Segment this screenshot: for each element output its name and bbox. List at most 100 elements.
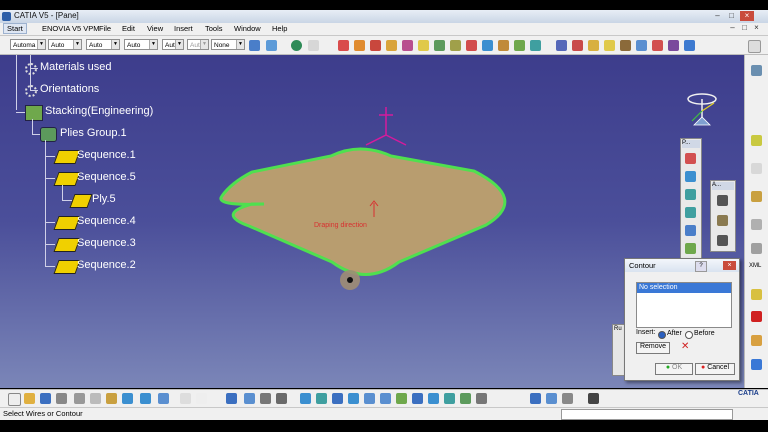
annotation-tool-icon[interactable] [751, 289, 762, 300]
ply-contour[interactable] [219, 147, 507, 276]
paste-icon[interactable] [106, 393, 117, 404]
list-item-selected[interactable]: No selection [637, 283, 731, 293]
open-icon[interactable] [24, 393, 35, 404]
design-table-icon[interactable] [260, 393, 271, 404]
layer-combo[interactable]: Aut ▼ [162, 39, 184, 50]
ok-button[interactable]: ● OK [655, 363, 693, 375]
measure-between-icon[interactable] [546, 393, 557, 404]
fiber-tool-icon[interactable] [685, 243, 696, 254]
check-tool-icon[interactable] [717, 235, 728, 246]
sequence-icon[interactable] [370, 40, 381, 51]
command-input[interactable] [561, 409, 733, 420]
measure-tool-icon[interactable] [717, 195, 728, 206]
producibility-icon[interactable] [498, 40, 509, 51]
compass-reset-icon[interactable] [530, 393, 541, 404]
ply-solid-tool-icon[interactable] [685, 225, 696, 236]
fit-all-icon[interactable] [316, 393, 327, 404]
catalog-icon[interactable] [244, 393, 255, 404]
save-icon[interactable] [40, 393, 51, 404]
line-type-combo[interactable]: Auto ▼ [48, 39, 82, 50]
numerical-analysis-icon[interactable] [556, 40, 567, 51]
iso-view-icon[interactable] [412, 393, 423, 404]
solid-icon[interactable] [514, 40, 525, 51]
point-type-combo[interactable]: Auto ▼ [124, 39, 158, 50]
new-icon[interactable] [8, 393, 21, 406]
formula-icon[interactable] [180, 393, 191, 404]
dialog-close-button[interactable]: × [723, 261, 736, 270]
menu-view[interactable]: View [147, 24, 163, 33]
knowledge-icon[interactable] [276, 393, 287, 404]
properties-icon[interactable] [266, 40, 277, 51]
doc-restore-button[interactable]: □ [739, 23, 750, 33]
swap-icon[interactable] [291, 40, 302, 51]
doc-close-button[interactable]: × [751, 23, 762, 33]
xml-label[interactable]: XML [749, 263, 761, 269]
doc-minimize-button[interactable]: – [727, 23, 738, 33]
knowledge-tool-icon[interactable] [751, 335, 762, 346]
capture-icon[interactable] [588, 393, 599, 404]
menu-tools[interactable]: Tools [205, 24, 223, 33]
filter-combo[interactable]: None ▼ [211, 39, 245, 50]
before-radio[interactable] [685, 331, 693, 339]
tag-tool-icon[interactable] [751, 243, 762, 254]
stacking-icon[interactable] [418, 40, 429, 51]
menu-enovia[interactable]: ENOVIA V5 VPM [42, 24, 100, 33]
menu-start[interactable]: Start [3, 23, 27, 34]
material-excess-icon[interactable] [530, 40, 541, 51]
compass-widget[interactable] [680, 89, 730, 139]
export-icon[interactable] [572, 40, 583, 51]
transition-icon[interactable] [652, 40, 663, 51]
zoom-in-icon[interactable] [364, 393, 375, 404]
menu-insert[interactable]: Insert [174, 24, 193, 33]
core-icon[interactable] [386, 40, 397, 51]
material-icon[interactable] [476, 393, 487, 404]
menu-edit[interactable]: Edit [122, 24, 135, 33]
pointer-tool-icon[interactable] [751, 219, 762, 230]
ply-group-tool-icon[interactable] [685, 153, 696, 164]
edit-icon[interactable] [588, 40, 599, 51]
shading-icon[interactable] [428, 393, 439, 404]
normal-view-icon[interactable] [396, 393, 407, 404]
view-tool-icon[interactable] [751, 65, 762, 76]
menu-file[interactable]: File [99, 24, 111, 33]
ply-icon[interactable] [354, 40, 365, 51]
zoom-out-icon[interactable] [380, 393, 391, 404]
plies-table-icon[interactable] [434, 40, 445, 51]
cut-icon[interactable] [74, 393, 85, 404]
apply-material-icon[interactable] [562, 393, 573, 404]
surface-tool-icon[interactable] [685, 189, 696, 200]
sketch-tool-icon[interactable] [751, 163, 762, 174]
paint-brush-icon[interactable] [249, 40, 260, 51]
redo-icon[interactable] [140, 393, 151, 404]
rosette-icon[interactable] [620, 40, 631, 51]
menu-window[interactable]: Window [234, 24, 261, 33]
undo-icon[interactable] [122, 393, 133, 404]
comment-icon[interactable] [196, 393, 207, 404]
axis-icon[interactable] [308, 40, 319, 51]
transparency-combo[interactable]: Aut ▼ [187, 39, 209, 50]
stop-tool-icon[interactable] [751, 311, 762, 322]
help-button[interactable]: ? [695, 261, 707, 272]
maximize-button[interactable]: □ [726, 11, 737, 21]
select-tool-icon[interactable] [751, 135, 762, 146]
menu-help[interactable]: Help [272, 24, 287, 33]
contour-element-list[interactable]: No selection [636, 282, 732, 328]
swap-visible-icon[interactable] [460, 393, 471, 404]
remove-button[interactable]: Remove [636, 342, 670, 354]
print-icon[interactable] [56, 393, 67, 404]
flatten-icon[interactable] [482, 40, 493, 51]
limit-contour-icon[interactable] [402, 40, 413, 51]
measure-sidebar-icon[interactable] [751, 191, 762, 202]
offset-tool-icon[interactable] [685, 207, 696, 218]
plies-group-icon[interactable] [338, 40, 349, 51]
table-icon[interactable] [226, 393, 237, 404]
close-button[interactable]: × [740, 11, 754, 21]
toolbar-chevron-icon[interactable] [748, 40, 761, 53]
fiber-icon[interactable] [668, 40, 679, 51]
fly-icon[interactable] [300, 393, 311, 404]
minimize-button[interactable]: – [712, 11, 723, 21]
pattern-icon[interactable] [604, 40, 615, 51]
line-weight-combo[interactable]: Auto ▼ [86, 39, 120, 50]
drape-icon[interactable] [684, 40, 695, 51]
whats-this-icon[interactable] [158, 393, 169, 404]
